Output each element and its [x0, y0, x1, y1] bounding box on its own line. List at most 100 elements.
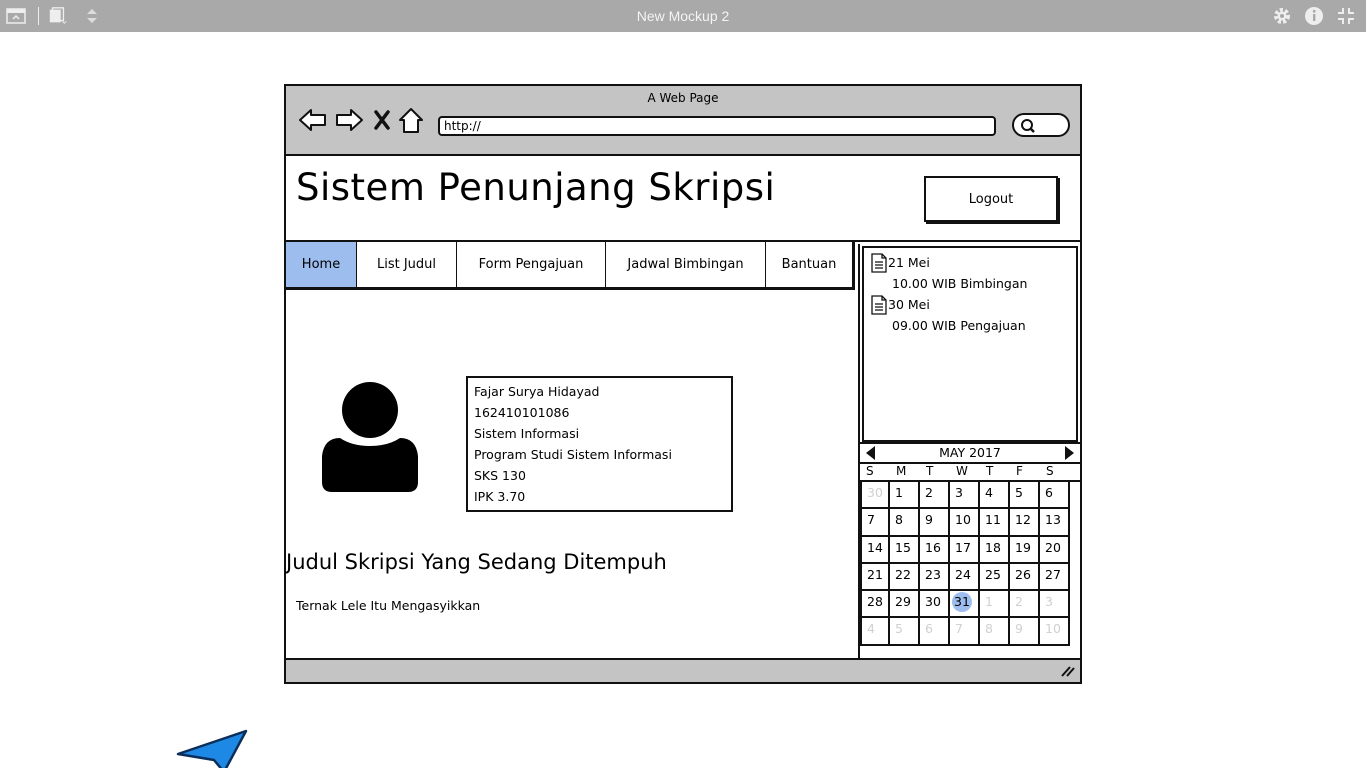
calendar-weekday: T	[986, 464, 994, 478]
back-arrow-icon[interactable]	[298, 106, 328, 134]
calendar-day-selected[interactable]: 31	[950, 591, 980, 619]
forward-arrow-icon[interactable]	[334, 106, 364, 134]
browser-page-title: A Web Page	[647, 91, 719, 105]
calendar-day-label: 28	[867, 594, 883, 610]
calendar-day[interactable]: 30	[920, 591, 950, 619]
calendar-day[interactable]: 4	[860, 618, 890, 646]
calendar-day[interactable]: 18	[980, 536, 1010, 564]
browser-search-field[interactable]	[1012, 113, 1070, 137]
logout-button[interactable]: Logout	[924, 176, 1058, 222]
calendar-day-label: 7	[867, 512, 875, 528]
site-title: Sistem Penunjang Skripsi	[296, 166, 776, 209]
calendar-day[interactable]: 1	[890, 482, 920, 510]
profile-nim: 162410101086	[474, 405, 570, 420]
profile-ipk: IPK 3.70	[474, 489, 526, 504]
tab-home[interactable]: Home	[286, 242, 357, 287]
collapse-icon[interactable]	[1336, 6, 1356, 26]
calendar-day[interactable]: 29	[890, 591, 920, 619]
calendar-day-label: 10	[955, 512, 971, 528]
calendar-day-label: 19	[1015, 539, 1031, 555]
calendar-day[interactable]: 9	[920, 509, 950, 537]
calendar-day-label: 26	[1015, 566, 1031, 582]
calendar-day-label: 30	[925, 594, 941, 610]
thesis-heading: Judul Skripsi Yang Sedang Ditempuh	[286, 550, 667, 574]
url-input[interactable]: http://	[438, 116, 996, 136]
calendar-day[interactable]: 28	[860, 591, 890, 619]
calendar-day[interactable]: 3	[1040, 591, 1070, 619]
calendar-day[interactable]: 12	[1010, 509, 1040, 537]
thesis-title: Ternak Lele Itu Mengasyikkan	[296, 598, 481, 613]
event-item[interactable]: 21 Mei	[870, 252, 1070, 273]
calendar-day[interactable]: 8	[890, 509, 920, 537]
calendar-day[interactable]: 20	[1040, 536, 1070, 564]
calendar-day[interactable]: 6	[920, 618, 950, 646]
home-icon[interactable]	[398, 106, 424, 134]
calendar-day[interactable]: 2	[1010, 591, 1040, 619]
calendar-day-label: 12	[1015, 512, 1031, 528]
calendar-day[interactable]: 5	[890, 618, 920, 646]
calendar-day-label: 4	[867, 621, 875, 637]
calendar-day[interactable]: 25	[980, 563, 1010, 592]
profile-sks: SKS 130	[474, 468, 526, 483]
site-header: Sistem Penunjang Skripsi Logout	[286, 158, 1080, 242]
calendar-day[interactable]: 6	[1040, 482, 1070, 510]
calendar-day-label: 3	[955, 485, 963, 500]
calendar-day[interactable]: 10	[1040, 618, 1070, 646]
calendar-day[interactable]: 8	[980, 618, 1010, 646]
calendar-day[interactable]: 5	[1010, 482, 1040, 510]
pointer-cursor-icon	[176, 729, 248, 768]
calendar-day[interactable]: 2	[920, 482, 950, 510]
tab-jadwal-bimbingan[interactable]: Jadwal Bimbingan	[606, 242, 766, 287]
calendar-day[interactable]: 7	[950, 618, 980, 646]
calendar-day[interactable]: 11	[980, 509, 1010, 537]
event-date: 21 Mei	[888, 255, 930, 270]
calendar-day-label: 9	[1015, 621, 1023, 637]
tab-form-pengajuan[interactable]: Form Pengajuan	[457, 242, 606, 287]
calendar-day[interactable]: 27	[1040, 563, 1070, 592]
calendar-day[interactable]: 19	[1010, 536, 1040, 564]
calendar-day[interactable]: 16	[920, 536, 950, 564]
calendar-weekday: T	[926, 464, 934, 478]
resize-grip-icon[interactable]	[1060, 664, 1076, 678]
info-icon[interactable]	[1304, 6, 1324, 26]
calendar-day[interactable]: 7	[860, 509, 890, 537]
calendar-header: MAY 2017	[860, 442, 1080, 464]
stop-x-icon[interactable]	[372, 106, 392, 134]
tab-bantuan[interactable]: Bantuan	[766, 242, 852, 287]
event-detail: 09.00 WIB Pengajuan	[892, 318, 1026, 333]
calendar-day[interactable]: 14	[860, 536, 890, 564]
calendar-day[interactable]: 10	[950, 509, 980, 537]
event-item[interactable]: 30 Mei	[870, 294, 1070, 315]
calendar-day[interactable]: 30	[860, 482, 890, 510]
prev-month-icon[interactable]	[866, 446, 875, 460]
calendar-day-label: 3	[1045, 594, 1053, 610]
calendar-day[interactable]: 21	[860, 563, 890, 592]
calendar-day[interactable]: 3	[950, 482, 980, 510]
main-content: Fajar Surya Hidayad 162410101086 Sistem …	[286, 290, 858, 658]
calendar-day-label: 14	[867, 539, 883, 555]
calendar-day[interactable]: 26	[1010, 563, 1040, 592]
document-icon	[871, 294, 887, 315]
calendar-day[interactable]: 17	[950, 536, 980, 564]
calendar-day-label: 11	[985, 512, 1001, 528]
gear-icon[interactable]	[1272, 6, 1292, 26]
app-title: New Mockup 2	[636, 8, 730, 24]
calendar-day-label: 5	[895, 621, 903, 637]
search-icon	[1021, 119, 1035, 133]
calendar-day[interactable]: 23	[920, 563, 950, 592]
calendar-day[interactable]: 24	[950, 563, 980, 592]
calendar-day-label: 21	[867, 566, 883, 582]
calendar-day[interactable]: 13	[1040, 509, 1070, 537]
profile-program: Program Studi Sistem Informasi	[474, 447, 672, 462]
calendar-day-label: 4	[985, 485, 993, 500]
calendar: MAY 2017 SMTWTFS 30 1 2 3 4 5 6 7 8 9 10 11 12 13 14 15…	[860, 442, 1080, 658]
next-month-icon[interactable]	[1065, 446, 1074, 460]
calendar-day[interactable]: 4	[980, 482, 1010, 510]
profile-name: Fajar Surya Hidayad	[474, 384, 600, 399]
tab-list-judul[interactable]: List Judul	[357, 242, 457, 287]
calendar-day[interactable]: 22	[890, 563, 920, 592]
calendar-day[interactable]: 9	[1010, 618, 1040, 646]
calendar-day[interactable]: 15	[890, 536, 920, 564]
calendar-day[interactable]: 1	[980, 591, 1010, 619]
calendar-weekday: S	[1046, 464, 1054, 478]
